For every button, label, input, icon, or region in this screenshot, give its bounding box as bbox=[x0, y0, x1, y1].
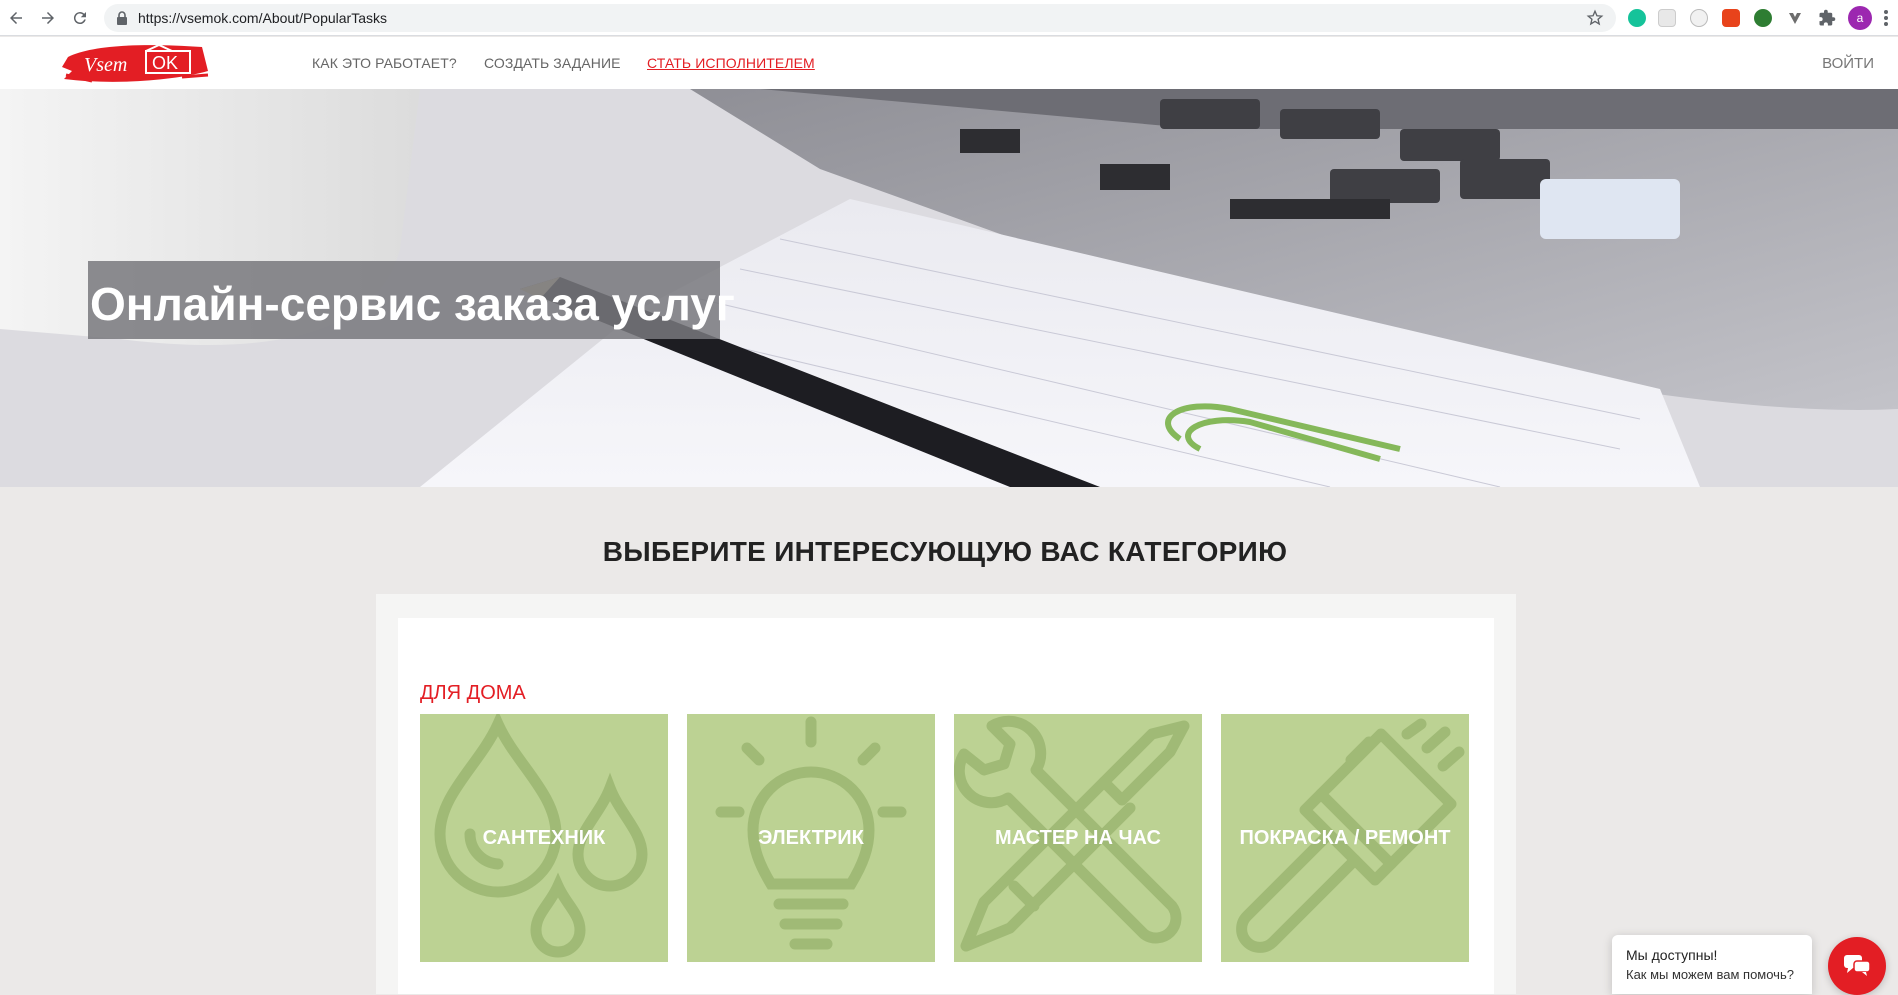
address-bar[interactable]: https://vsemok.com/About/PopularTasks bbox=[104, 4, 1616, 32]
category-label: МАСТЕР НА ЧАС bbox=[995, 826, 1161, 849]
chat-icon bbox=[1844, 955, 1871, 976]
category-label: САНТЕХНИК bbox=[482, 826, 606, 849]
lock-icon bbox=[117, 11, 127, 25]
chat-greeting-bubble[interactable]: Мы доступны! Как мы можем вам помочь? bbox=[1612, 935, 1812, 994]
url-text: https://vsemok.com/About/PopularTasks bbox=[138, 10, 387, 26]
site-logo[interactable]: Vsem OK bbox=[62, 41, 210, 85]
category-tile-plumber[interactable]: САНТЕХНИК bbox=[420, 714, 668, 962]
categories-panel: ДЛЯ ДОМА САНТЕХНИК ЭЛЕКТРИК МАСТЕР НА ЧА… bbox=[376, 594, 1516, 994]
puzzle-extensions-icon[interactable] bbox=[1818, 9, 1836, 27]
svg-text:Vsem: Vsem bbox=[84, 54, 127, 76]
hero-title-box: Онлайн-сервис заказа услуг bbox=[88, 261, 735, 339]
nav-become-performer[interactable]: СТАТЬ ИСПОЛНИТЕЛЕМ bbox=[647, 55, 815, 71]
chat-line-available: Мы доступны! bbox=[1626, 947, 1718, 963]
back-button[interactable] bbox=[0, 2, 32, 34]
group-title: ДЛЯ ДОМА bbox=[420, 682, 526, 704]
category-label: ПОКРАСКА / РЕМОНТ bbox=[1239, 826, 1451, 849]
extension-icon[interactable] bbox=[1658, 9, 1676, 27]
nav-create-task[interactable]: СОЗДАТЬ ЗАДАНИЕ bbox=[484, 55, 621, 71]
category-label: ЭЛЕКТРИК bbox=[758, 826, 864, 849]
hero-title: Онлайн-сервис заказа услуг bbox=[90, 278, 735, 330]
grammarly-extension-icon[interactable] bbox=[1628, 9, 1646, 27]
chat-open-button[interactable] bbox=[1828, 937, 1886, 995]
extension-icon[interactable] bbox=[1786, 9, 1804, 27]
login-link[interactable]: ВОЙТИ bbox=[1822, 55, 1874, 72]
reload-button[interactable] bbox=[64, 2, 96, 34]
category-tile-handyman[interactable]: МАСТЕР НА ЧАС bbox=[954, 714, 1202, 962]
arrow-right-icon bbox=[42, 12, 54, 24]
nav-how-it-works[interactable]: КАК ЭТО РАБОТАЕТ? bbox=[312, 55, 457, 71]
bookmark-star-icon[interactable] bbox=[1586, 9, 1604, 27]
chat-line-help: Как мы можем вам помочь? bbox=[1626, 967, 1794, 982]
profile-avatar[interactable]: a bbox=[1848, 6, 1872, 30]
browser-toolbar: https://vsemok.com/About/PopularTasks a bbox=[0, 0, 1898, 36]
extension-icon[interactable] bbox=[1690, 9, 1708, 27]
reload-icon bbox=[73, 12, 86, 25]
site-header: Vsem OK КАК ЭТО РАБОТАЕТ? СОЗДАТЬ ЗАДАНИ… bbox=[0, 37, 1898, 89]
browser-menu-icon[interactable] bbox=[1880, 8, 1892, 28]
arrow-left-icon bbox=[10, 12, 22, 24]
extension-icon[interactable] bbox=[1722, 9, 1740, 27]
categories-card: ДЛЯ ДОМА САНТЕХНИК ЭЛЕКТРИК МАСТЕР НА ЧА… bbox=[398, 618, 1494, 994]
categories-title: ВЫБЕРИТЕ ИНТЕРЕСУЮЩУЮ ВАС КАТЕГОРИЮ bbox=[602, 536, 1288, 567]
category-tile-painting[interactable]: ПОКРАСКА / РЕМОНТ bbox=[1221, 714, 1469, 962]
hero-banner: Онлайн-сервис заказа услуг bbox=[0, 89, 1898, 487]
extension-icon[interactable] bbox=[1754, 9, 1772, 27]
category-tile-electrician[interactable]: ЭЛЕКТРИК bbox=[687, 714, 935, 962]
svg-text:OK: OK bbox=[152, 53, 178, 73]
forward-button[interactable] bbox=[32, 2, 64, 34]
